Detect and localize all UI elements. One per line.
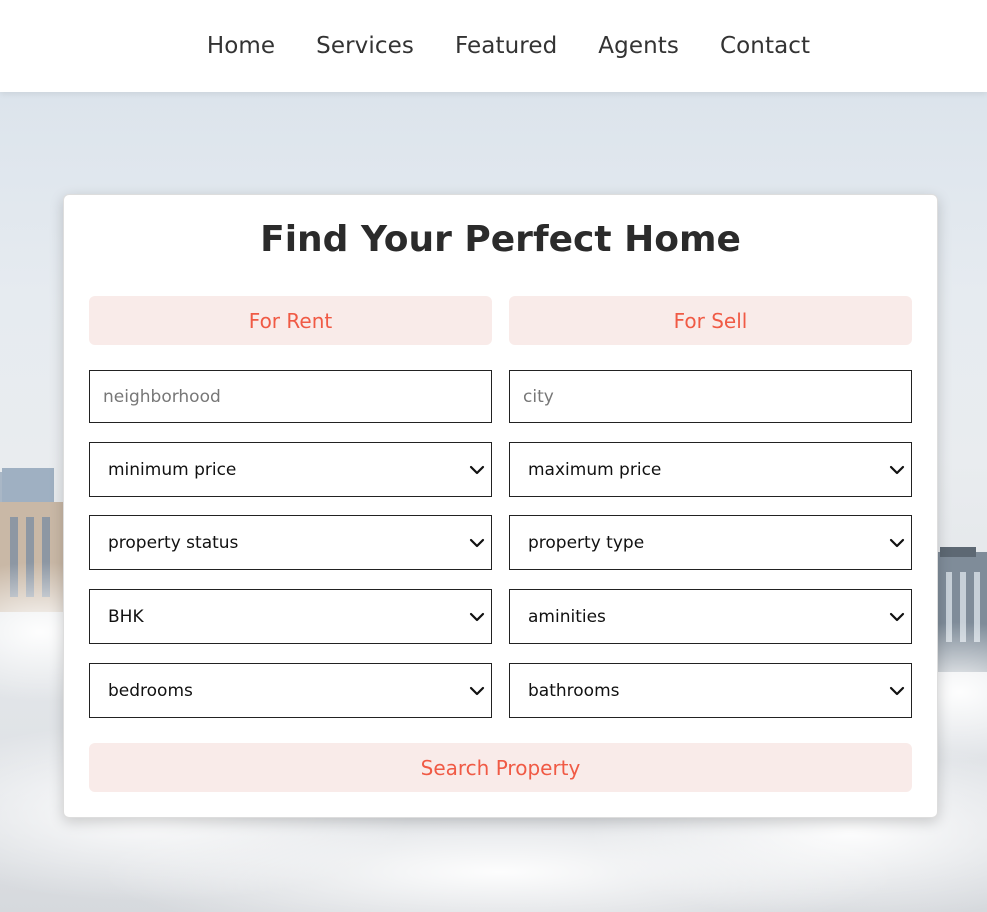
property-type-label: property type [528,532,645,553]
property-status-select[interactable]: property status [89,515,492,570]
nav-link-featured[interactable]: Featured [455,33,557,59]
nav-link-services[interactable]: Services [316,33,414,59]
amenities-select[interactable]: aminities [509,589,912,644]
bedrooms-label: bedrooms [108,680,193,701]
min-price-select[interactable]: minimum price [89,442,492,497]
bhk-label: BHK [108,606,144,627]
min-price-label: minimum price [108,459,237,480]
bedrooms-select[interactable]: bedrooms [89,663,492,718]
chevron-down-icon [469,538,485,547]
property-type-select[interactable]: property type [509,515,912,570]
tab-for-rent[interactable]: For Rent [89,296,492,345]
top-navbar: Home Services Featured Agents Contact [0,0,987,92]
form-title: Find Your Perfect Home [260,219,741,260]
chevron-down-icon [469,612,485,621]
nav-link-contact[interactable]: Contact [720,33,810,59]
city-field [509,370,912,423]
chevron-down-icon [889,465,905,474]
chevron-down-icon [889,538,905,547]
bhk-select[interactable]: BHK [89,589,492,644]
search-property-button[interactable]: Search Property [89,743,912,792]
nav-links: Home Services Featured Agents Contact [207,33,810,59]
neighborhood-field [89,370,492,423]
nav-link-agents[interactable]: Agents [598,33,679,59]
nav-link-home[interactable]: Home [207,33,275,59]
max-price-select[interactable]: maximum price [509,442,912,497]
chevron-down-icon [889,686,905,695]
bathrooms-label: bathrooms [528,680,620,701]
chevron-down-icon [889,612,905,621]
chevron-down-icon [469,465,485,474]
amenities-label: aminities [528,606,606,627]
max-price-label: maximum price [528,459,662,480]
tab-for-sell[interactable]: For Sell [509,296,912,345]
bathrooms-select[interactable]: bathrooms [509,663,912,718]
chevron-down-icon [469,686,485,695]
property-status-label: property status [108,532,239,553]
city-input[interactable] [510,371,911,422]
neighborhood-input[interactable] [90,371,491,422]
search-form-card: Find Your Perfect Home For Rent For Sell… [63,194,938,818]
